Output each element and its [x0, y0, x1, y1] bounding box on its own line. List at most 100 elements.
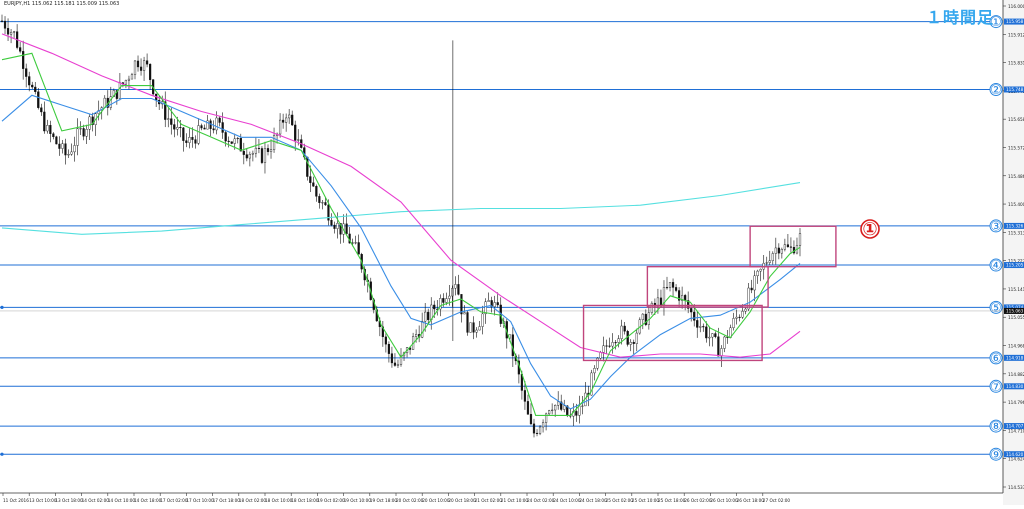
candle-body: [64, 143, 67, 156]
candle-body: [623, 325, 626, 332]
candle-body: [593, 368, 596, 374]
candle-body: [538, 426, 542, 434]
candle-body: [130, 74, 134, 80]
candle-body: [9, 31, 13, 35]
candle-body: [182, 127, 185, 141]
candle-body: [254, 147, 258, 154]
candle-body: [179, 127, 182, 129]
candle-body: [656, 297, 660, 307]
candle-body: [58, 143, 61, 149]
candle-body: [620, 325, 623, 339]
candle-body: [738, 316, 741, 318]
candle-body: [309, 176, 312, 183]
candle-body: [581, 405, 584, 407]
candle-body: [34, 86, 37, 92]
candle-body: [285, 117, 288, 123]
candle-body: [191, 137, 194, 140]
candle-body: [387, 343, 391, 354]
x-tick-label: 26 Oct 02:00: [684, 498, 712, 503]
x-tick-label: 11 Oct 2016: [3, 498, 29, 503]
x-tick-label: 17 Oct 10:00: [186, 498, 214, 503]
level-marker-label: ②: [990, 83, 1002, 98]
x-tick-label: 14 Oct 02:00: [82, 498, 110, 503]
candle-body: [260, 148, 264, 163]
candle-body: [79, 128, 82, 130]
candle-body: [19, 47, 22, 52]
candle-body: [557, 401, 560, 406]
level-price-text: 115.748: [1006, 87, 1024, 92]
x-tick-label: 24 Oct 02:00: [527, 498, 555, 503]
candle-body: [321, 202, 324, 204]
candle-body: [665, 287, 669, 289]
candle-body: [278, 119, 282, 135]
x-tick-label: 25 Oct 02:00: [606, 498, 634, 503]
candle-body: [263, 148, 267, 163]
candle-body: [22, 51, 25, 69]
candle-body: [786, 244, 790, 248]
x-tick-label: 25 Oct 18:00: [658, 498, 686, 503]
x-tick-label: 13 Oct 10:00: [29, 498, 57, 503]
candle-body: [744, 308, 747, 312]
level-marker-label: ⑥: [990, 351, 1002, 366]
candle: [55, 135, 58, 145]
candle-body: [629, 341, 632, 345]
candle-body: [705, 326, 708, 339]
candle-body: [599, 352, 602, 359]
candle-body: [170, 118, 173, 125]
candle-body: [602, 345, 605, 353]
candle-body: [777, 247, 780, 254]
candle-body: [717, 336, 720, 357]
y-tick-label: 115.486: [1008, 174, 1024, 179]
candle-body: [133, 60, 137, 75]
y-tick-label: 114.796: [1008, 400, 1024, 405]
candle-body: [55, 136, 58, 145]
candle-body: [735, 316, 738, 319]
candle-body: [251, 153, 254, 155]
level-price-text: 115.958: [1006, 19, 1024, 24]
candle-body: [671, 282, 675, 288]
y-tick-label: 115.912: [1008, 32, 1024, 37]
level-price-text: 115.326: [1006, 224, 1024, 229]
candle-body: [433, 304, 436, 310]
x-tick-label: 17 Oct 02:00: [160, 498, 188, 503]
candle-body: [46, 125, 49, 132]
candle-body: [194, 139, 197, 144]
candle-body: [774, 247, 777, 254]
candle-body: [496, 302, 499, 306]
candle-body: [236, 138, 239, 140]
x-tick-label: 18 Oct 10:00: [265, 498, 293, 503]
candle-body: [3, 20, 7, 29]
candle-body: [541, 422, 545, 428]
candle-body: [357, 242, 360, 255]
level-dot: [0, 305, 4, 310]
candle-body: [771, 253, 774, 261]
level-marker-label: ⑨: [990, 448, 1002, 463]
candle: [626, 329, 629, 347]
candle-body: [257, 147, 261, 149]
x-tick-label: 21 Oct 02:00: [475, 498, 503, 503]
candle: [469, 322, 472, 333]
candle-body: [460, 294, 463, 315]
candle-body: [245, 154, 248, 159]
candle-body: [475, 329, 478, 333]
candle-body: [614, 342, 617, 344]
candle-body: [318, 196, 321, 203]
candle-body: [529, 414, 533, 425]
candle-body: [611, 342, 614, 347]
candle-body: [330, 220, 333, 226]
candle-body: [173, 124, 176, 130]
candle-body: [523, 390, 527, 402]
candle-body: [532, 423, 536, 434]
x-tick-label: 25 Oct 10:00: [632, 498, 660, 503]
candle-body: [25, 68, 28, 77]
candle-body: [650, 302, 653, 313]
candle-body: [765, 262, 768, 264]
candle-body: [324, 202, 327, 206]
candle-body: [693, 311, 696, 321]
candle-body: [294, 124, 297, 141]
y-tick-label: 114.882: [1008, 372, 1024, 377]
candle-body: [6, 28, 10, 35]
candle-body: [291, 114, 294, 126]
x-tick-label: 19 Oct 10:00: [344, 498, 372, 503]
candle-body: [49, 125, 52, 134]
